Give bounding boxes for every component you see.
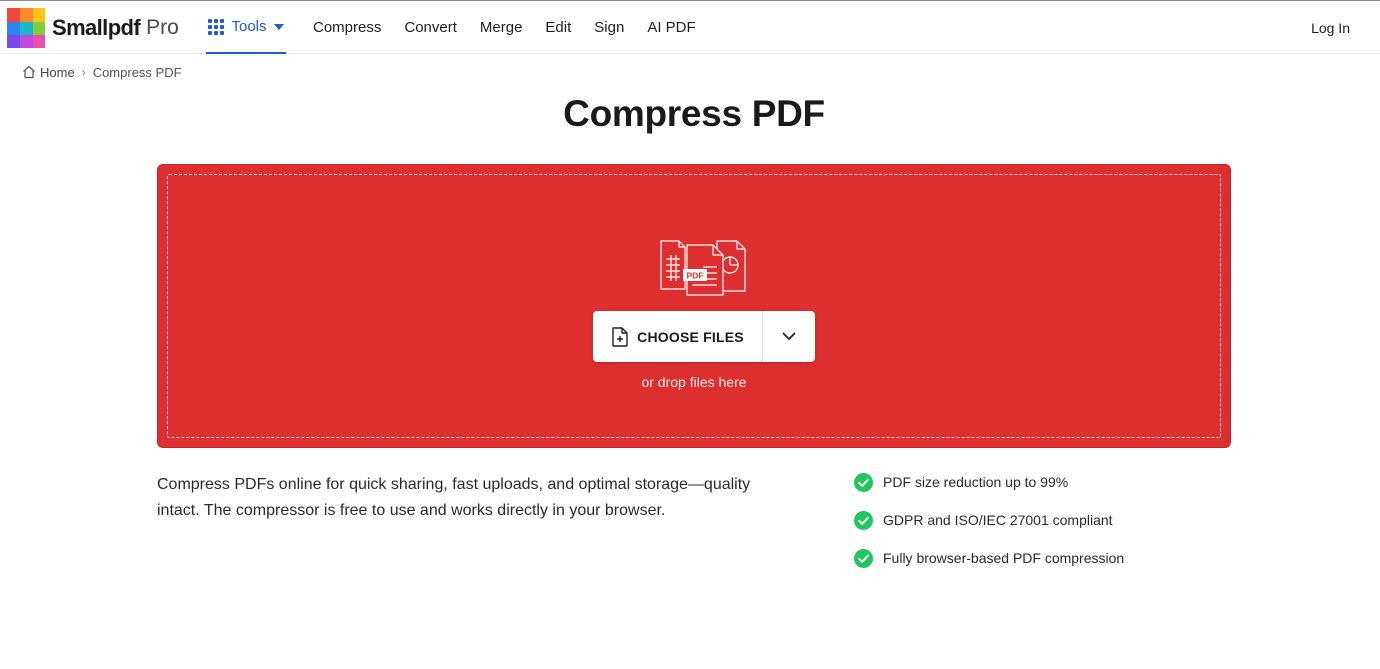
nav-compress[interactable]: Compress [313,19,381,36]
pdf-badge-text: PDF [687,271,704,281]
breadcrumb-home[interactable]: Home [40,65,75,80]
choose-source-dropdown[interactable] [763,311,815,362]
nav-merge[interactable]: Merge [480,19,523,36]
grid-icon [208,18,225,35]
brand-name: Smallpdf [52,15,141,40]
documents-illustration-icon: PDF [660,240,746,296]
feature-item: Fully browser-based PDF compression [854,548,1124,568]
choose-files-button[interactable]: CHOOSE FILES [593,311,763,362]
feature-item: GDPR and ISO/IEC 27001 compliant [854,510,1124,530]
feature-text: PDF size reduction up to 99% [883,474,1069,490]
chevron-down-icon [782,332,796,340]
login-link[interactable]: Log In [1311,1,1350,54]
tools-menu-button[interactable]: Tools [206,1,286,54]
breadcrumb-separator: › [81,65,86,79]
nav-edit[interactable]: Edit [545,19,571,36]
file-plus-icon [612,326,628,347]
tool-description: Compress PDFs online for quick sharing, … [157,476,751,519]
choose-files-label: CHOOSE FILES [637,328,744,345]
drop-hint: or drop files here [641,374,747,390]
caret-down-icon [273,23,284,30]
check-circle-icon [854,510,873,530]
page-title: Compress PDF [563,93,825,134]
top-header: Smallpdf Pro Tools Compress Convert Merg… [0,0,1380,54]
breadcrumb: Home › Compress PDF [22,63,182,81]
feature-text: GDPR and ISO/IEC 27001 compliant [883,512,1113,528]
feature-text: Fully browser-based PDF compression [883,550,1125,566]
nav-ai-pdf[interactable]: AI PDF [647,19,695,36]
file-dropzone[interactable]: PDF CHOOSE FILES or drop files here [157,164,1231,448]
check-circle-icon [854,472,873,492]
feature-item: PDF size reduction up to 99% [854,472,1124,492]
home-icon [23,65,35,79]
nav-convert[interactable]: Convert [404,19,457,36]
nav-sign[interactable]: Sign [594,19,624,36]
choose-files-control: CHOOSE FILES [593,311,815,362]
main-nav: Compress Convert Merge Edit Sign AI PDF [313,1,719,54]
brand-tier: Pro [146,16,179,39]
breadcrumb-current: Compress PDF [92,64,182,80]
dropzone-dashed-border: PDF CHOOSE FILES or drop files here [167,174,1221,438]
feature-list: PDF size reduction up to 99% GDPR and IS… [854,472,1124,586]
check-circle-icon [854,548,873,568]
brand-logo[interactable]: Smallpdf Pro [7,8,179,48]
smallpdf-logo-icon [7,8,45,48]
tools-label: Tools [231,18,267,35]
